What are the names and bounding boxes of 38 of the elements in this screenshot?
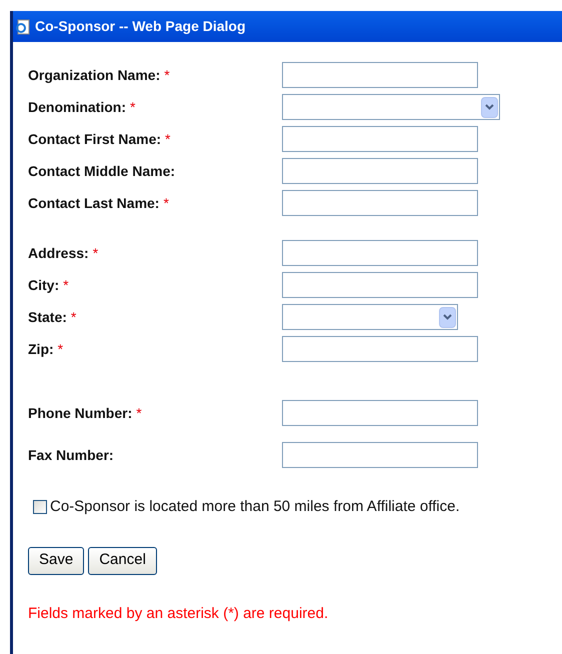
field-label: Phone Number:: [28, 404, 132, 422]
required-mark: *: [63, 276, 69, 294]
checkbox[interactable]: [33, 500, 47, 514]
field-label: Contact First Name:: [28, 130, 162, 148]
dialog-button[interactable]: Save: [28, 546, 84, 574]
dialog-button[interactable]: Cancel: [88, 546, 157, 574]
required-mark: *: [58, 340, 64, 358]
text-field[interactable]: [282, 400, 478, 426]
required-note: Fields marked by an asterisk (*) are required.: [28, 604, 330, 624]
page-icon: [15, 18, 31, 34]
text-field[interactable]: [282, 442, 478, 468]
text-field[interactable]: [282, 240, 478, 266]
field-label: Contact Middle Name:: [28, 162, 176, 180]
required-mark: *: [70, 308, 76, 326]
window-title: Co-Sponsor -- Web Page Dialog: [35, 17, 246, 36]
field-label: Organization Name:: [28, 66, 160, 85]
text-field[interactable]: [282, 190, 478, 216]
text-field[interactable]: [282, 158, 478, 184]
required-mark: *: [164, 66, 170, 84]
field-label: Contact Last Name:: [28, 194, 160, 212]
field-label: Denomination:: [28, 98, 126, 116]
checkbox-label: Co-Sponsor is located more than 50 miles from Affiliate office.: [50, 497, 460, 517]
dropdown[interactable]: [282, 304, 458, 330]
dropdown[interactable]: [282, 94, 500, 120]
text-field[interactable]: [282, 336, 478, 362]
field-label: State:: [28, 308, 67, 326]
field-label: Zip:: [28, 340, 54, 359]
required-mark: *: [130, 98, 136, 116]
required-mark: *: [165, 130, 170, 148]
field-label: City:: [28, 276, 60, 295]
required-mark: *: [163, 194, 169, 212]
text-field[interactable]: [282, 272, 478, 298]
field-label: Fax Number:: [28, 446, 114, 464]
required-mark: *: [92, 244, 98, 262]
text-field[interactable]: [282, 126, 478, 152]
required-mark: *: [136, 404, 142, 422]
field-label: Address:: [28, 244, 89, 262]
text-field[interactable]: [282, 62, 478, 88]
